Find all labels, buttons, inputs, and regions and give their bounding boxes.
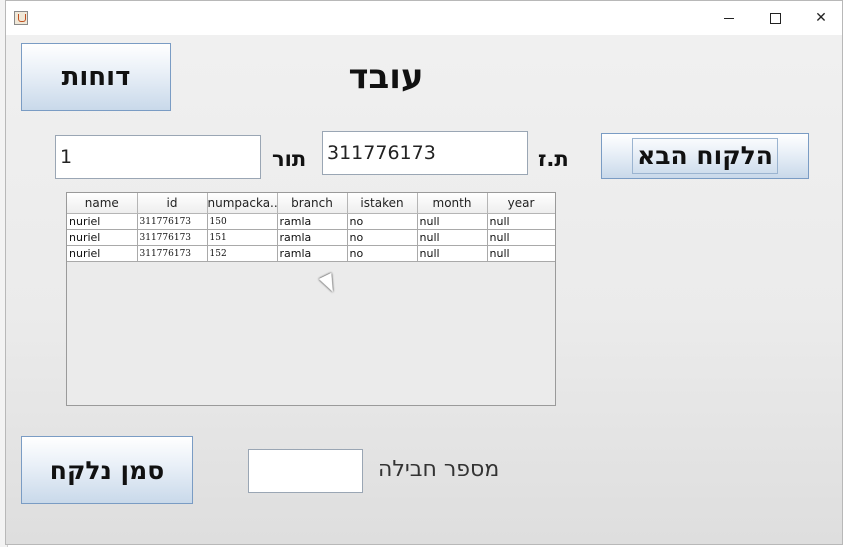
cell-branch[interactable]: ramla (277, 229, 348, 246)
package-number-field[interactable] (248, 449, 363, 493)
close-button[interactable]: ✕ (798, 1, 844, 35)
column-header-name[interactable]: name (67, 193, 138, 214)
cell-name[interactable]: nuriel (67, 245, 138, 262)
column-header-year[interactable]: year (487, 193, 555, 214)
maximize-icon (769, 12, 781, 24)
cell-branch[interactable]: ramla (277, 245, 348, 262)
table-row[interactable]: nuriel 311776173 150 ramla no null null (67, 213, 555, 230)
column-header-id[interactable]: id (137, 193, 208, 214)
mark-taken-button[interactable]: סמן נלקח (21, 436, 193, 504)
table-row[interactable]: nuriel 311776173 152 ramla no null null (67, 245, 555, 262)
queue-label: תור (272, 147, 307, 171)
cell-numpackage[interactable]: 150 (207, 213, 278, 230)
cell-id[interactable]: 311776173 (137, 229, 208, 246)
cell-id[interactable]: 311776173 (137, 213, 208, 230)
minimize-button[interactable] (706, 1, 752, 35)
cell-month[interactable]: null (417, 213, 488, 230)
app-window: ✕ דוחות עובד הלקוח הבא ת.ז 311776173 תור… (5, 0, 843, 545)
queue-field[interactable]: 1 (55, 135, 261, 179)
page-title: עובד (348, 57, 424, 97)
packages-table[interactable]: name id numpacka... branch istaken month… (66, 192, 556, 406)
cell-year[interactable]: null (487, 245, 555, 262)
cell-name[interactable]: nuriel (67, 213, 138, 230)
column-header-branch[interactable]: branch (277, 193, 348, 214)
table-header-row: name id numpacka... branch istaken month… (67, 193, 555, 214)
main-panel: דוחות עובד הלקוח הבא ת.ז 311776173 תור 1… (6, 35, 842, 544)
reports-button[interactable]: דוחות (21, 43, 171, 111)
cell-id[interactable]: 311776173 (137, 245, 208, 262)
maximize-button[interactable] (752, 1, 798, 35)
cell-numpackage[interactable]: 151 (207, 229, 278, 246)
close-icon: ✕ (815, 10, 827, 26)
java-app-icon[interactable] (14, 11, 28, 25)
cell-numpackage[interactable]: 152 (207, 245, 278, 262)
cell-year[interactable]: null (487, 229, 555, 246)
package-number-label: מספר חבילה (378, 457, 500, 482)
cell-istaken[interactable]: no (347, 229, 418, 246)
cell-istaken[interactable]: no (347, 213, 418, 230)
cell-branch[interactable]: ramla (277, 213, 348, 230)
cell-year[interactable]: null (487, 213, 555, 230)
next-customer-label: הלקוח הבא (632, 138, 778, 174)
table-row[interactable]: nuriel 311776173 151 ramla no null null (67, 229, 555, 246)
column-header-numpackage[interactable]: numpacka... (207, 193, 278, 214)
cell-istaken[interactable]: no (347, 245, 418, 262)
next-customer-button[interactable]: הלקוח הבא (601, 133, 809, 179)
cell-name[interactable]: nuriel (67, 229, 138, 246)
id-field[interactable]: 311776173 (322, 131, 528, 175)
id-label: ת.ז (538, 147, 569, 171)
title-bar: ✕ (6, 1, 842, 35)
column-header-month[interactable]: month (417, 193, 488, 214)
cell-month[interactable]: null (417, 245, 488, 262)
minimize-icon (724, 17, 734, 19)
cell-month[interactable]: null (417, 229, 488, 246)
column-header-istaken[interactable]: istaken (347, 193, 418, 214)
